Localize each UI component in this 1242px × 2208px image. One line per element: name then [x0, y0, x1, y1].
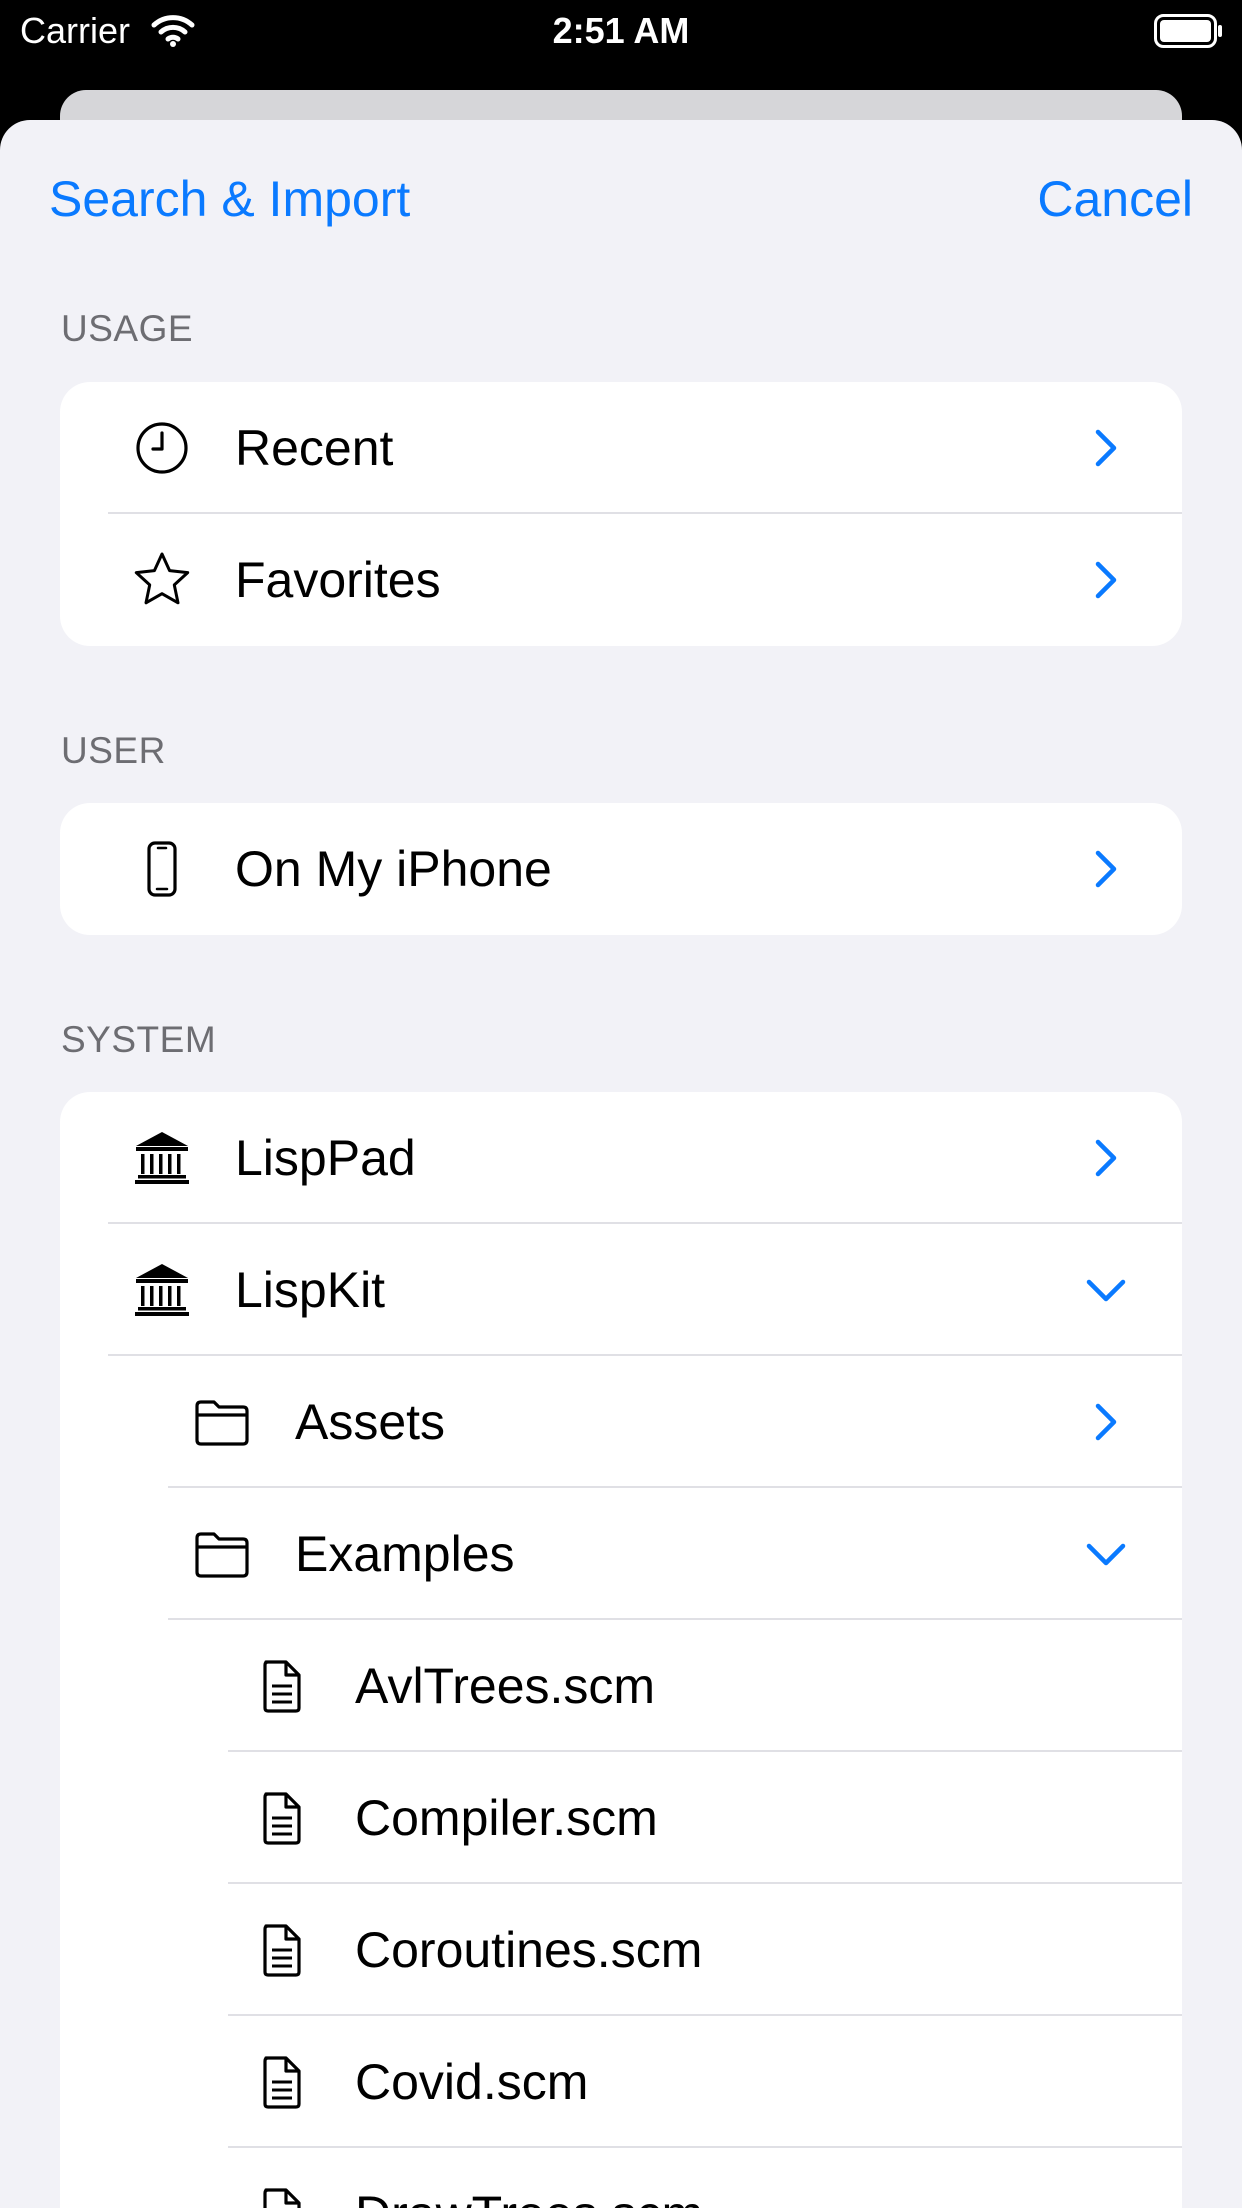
import-sheet: Search & Import Cancel USAGE Recent Favo…	[0, 120, 1242, 2208]
section-header-user: USER	[61, 730, 166, 771]
section-header-system: SYSTEM	[61, 1019, 217, 1060]
row-label: Assets	[295, 1394, 446, 1450]
row-file[interactable]: DrawTrees.scm	[60, 2148, 1182, 2208]
file-name: Coroutines.scm	[355, 1922, 703, 1978]
document-icon	[252, 1656, 312, 1716]
iphone-icon	[147, 841, 177, 897]
row-recent[interactable]: Recent	[60, 382, 1182, 514]
row-label: Examples	[295, 1526, 515, 1582]
chevron-down-icon	[1084, 1268, 1128, 1312]
row-file[interactable]: Compiler.scm	[60, 1752, 1182, 1884]
row-label: Favorites	[235, 552, 441, 608]
file-name: Covid.scm	[355, 2054, 589, 2110]
row-favorites[interactable]: Favorites	[60, 514, 1182, 646]
building-columns-icon	[132, 1260, 192, 1320]
search-import-button[interactable]: Search & Import	[49, 170, 410, 228]
document-icon	[252, 1788, 312, 1848]
row-examples[interactable]: Examples	[60, 1488, 1182, 1620]
chevron-right-icon	[1084, 847, 1128, 891]
status-time: 2:51 AM	[552, 10, 690, 51]
file-name: DrawTrees.scm	[355, 2185, 703, 2208]
cancel-button[interactable]: Cancel	[1037, 170, 1193, 228]
row-label: LispKit	[235, 1262, 386, 1318]
document-icon	[252, 1920, 312, 1980]
document-icon	[252, 2184, 312, 2208]
star-icon	[134, 552, 190, 605]
status-bar: Carrier 2:51 AM	[0, 0, 1242, 62]
chevron-right-icon	[1084, 1136, 1128, 1180]
file-name: AvlTrees.scm	[355, 1658, 656, 1714]
row-on-my-iphone[interactable]: On My iPhone	[60, 803, 1182, 935]
section-header-usage: USAGE	[61, 308, 194, 349]
row-file[interactable]: Coroutines.scm	[60, 1884, 1182, 2016]
row-label: On My iPhone	[235, 841, 552, 897]
user-group: On My iPhone	[60, 803, 1182, 935]
chevron-right-icon	[1084, 1400, 1128, 1444]
folder-icon	[192, 1524, 252, 1584]
system-group: LispPad LispKit Assets Examples AvlTrees…	[60, 1092, 1182, 2208]
chevron-right-icon	[1084, 558, 1128, 602]
row-label: LispPad	[235, 1130, 416, 1186]
row-file[interactable]: AvlTrees.scm	[60, 1620, 1182, 1752]
row-label: Recent	[235, 420, 394, 476]
clock-icon	[136, 422, 188, 474]
folder-icon	[192, 1392, 252, 1452]
building-columns-icon	[132, 1128, 192, 1188]
document-icon	[252, 2052, 312, 2112]
row-assets[interactable]: Assets	[60, 1356, 1182, 1488]
chevron-down-icon	[1084, 1532, 1128, 1576]
row-file[interactable]: Covid.scm	[60, 2016, 1182, 2148]
file-name: Compiler.scm	[355, 1790, 658, 1846]
usage-group: Recent Favorites	[60, 382, 1182, 646]
battery-icon	[1154, 14, 1222, 48]
row-lisppad[interactable]: LispPad	[60, 1092, 1182, 1224]
chevron-right-icon	[1084, 426, 1128, 470]
row-lispkit[interactable]: LispKit	[60, 1224, 1182, 1356]
